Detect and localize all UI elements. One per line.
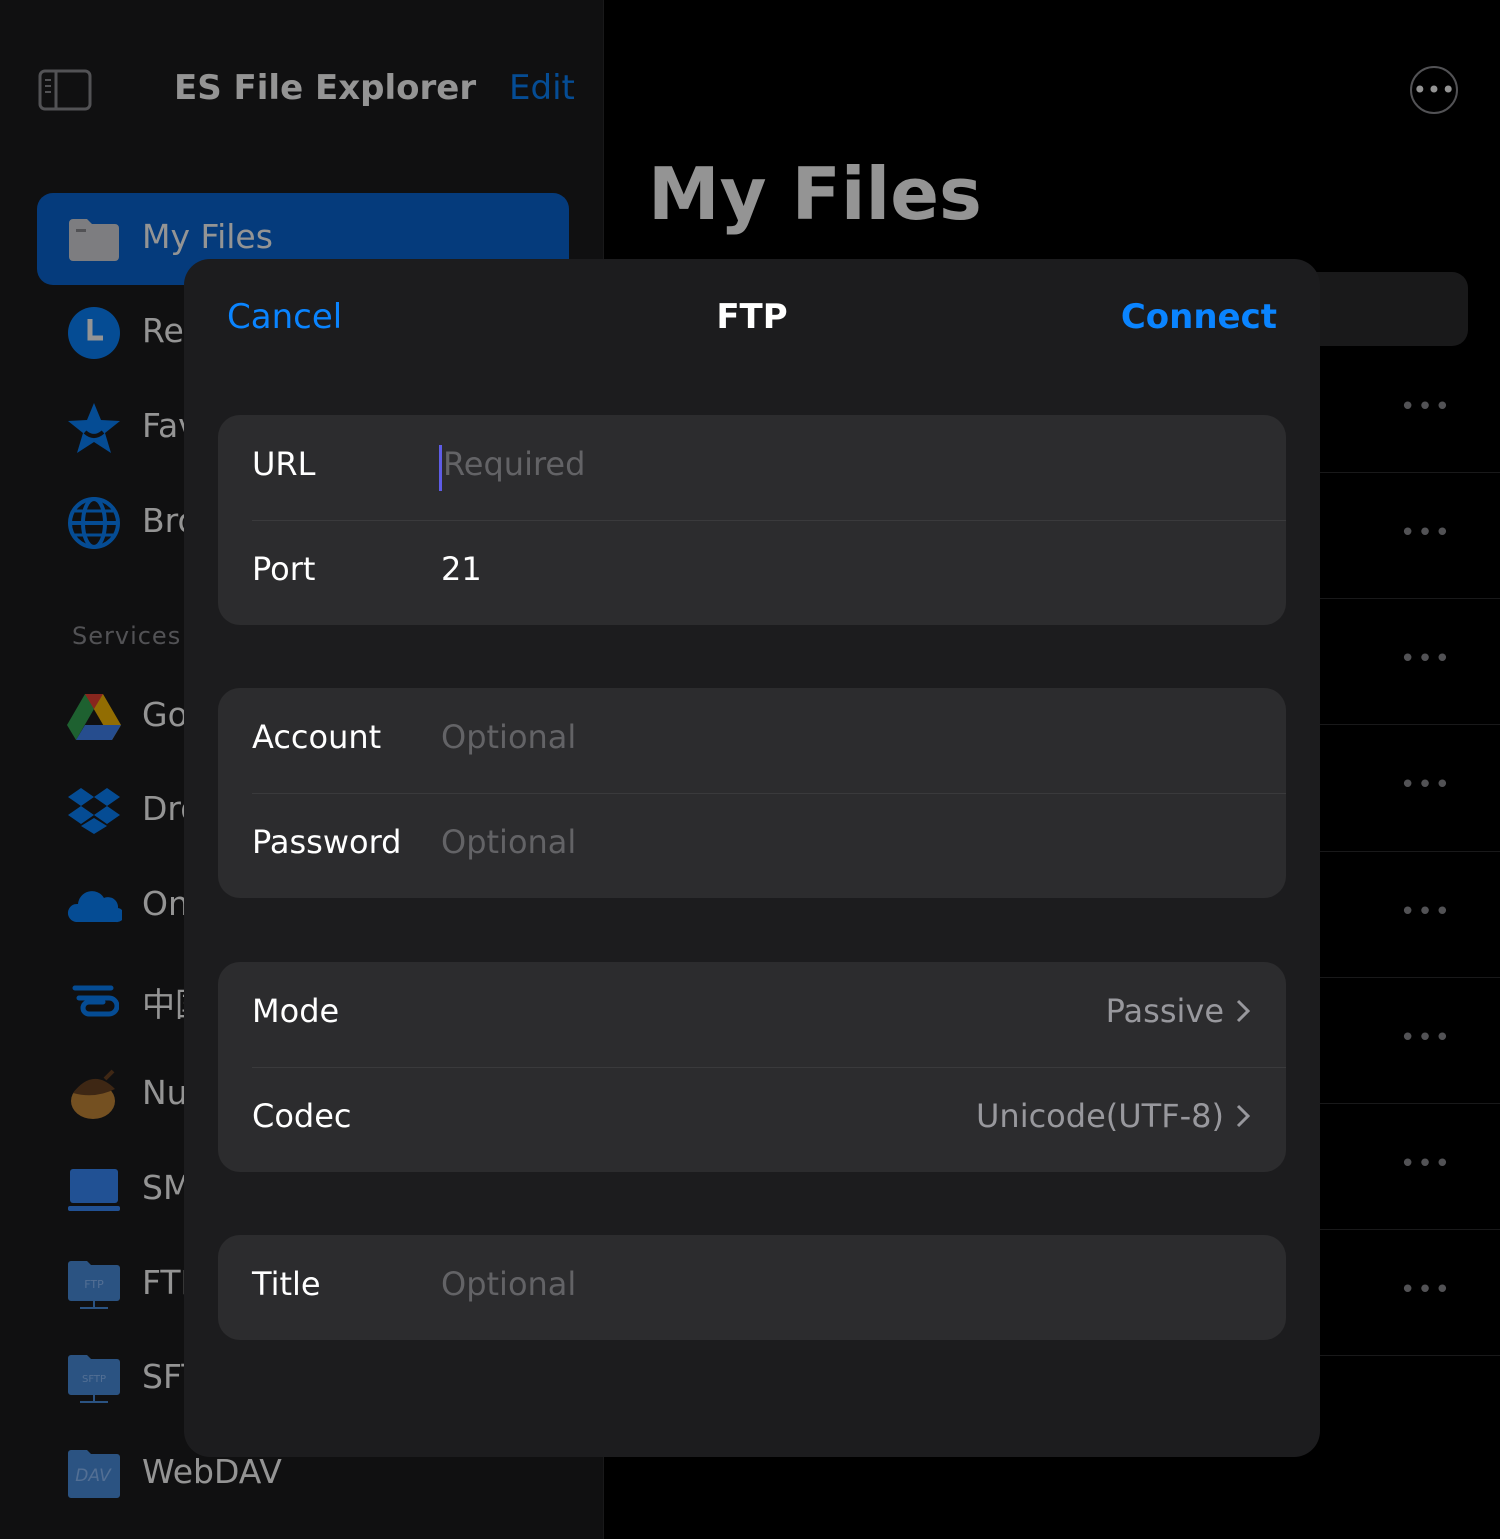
chevron-right-icon [1236,1104,1250,1128]
chevron-right-icon [1236,999,1250,1023]
port-row[interactable]: Port 21 [218,520,1286,625]
title-label: Title [252,1265,321,1303]
mode-value-container: Passive [1106,992,1250,1030]
mode-value: Passive [1105,992,1224,1030]
url-input[interactable]: Required [443,445,585,483]
app-window: ES File Explorer Edit My Files Re Fav Br… [0,0,1500,1539]
credentials-group: Account Optional Password Optional [218,688,1286,898]
title-group: Title Optional [218,1235,1286,1340]
url-row[interactable]: URL Required [218,415,1286,520]
connect-button[interactable]: Connect [1121,297,1277,337]
codec-value-container: Unicode(UTF-8) [976,1097,1250,1135]
password-row[interactable]: Password Optional [218,793,1286,898]
port-input[interactable]: 21 [441,550,482,588]
cancel-button[interactable]: Cancel [227,297,342,337]
title-row[interactable]: Title Optional [218,1235,1286,1340]
codec-row[interactable]: Codec Unicode(UTF-8) [218,1067,1286,1172]
password-label: Password [252,823,402,861]
mode-label: Mode [252,992,340,1030]
mode-row[interactable]: Mode Passive [218,962,1286,1067]
password-input[interactable]: Optional [441,823,576,861]
codec-label: Codec [252,1097,352,1135]
text-cursor [439,445,442,491]
account-row[interactable]: Account Optional [218,688,1286,793]
account-input[interactable]: Optional [441,718,576,756]
port-label: Port [252,550,316,588]
ftp-dialog: FTP Cancel Connect URL Required Port 21 … [184,259,1320,1457]
account-label: Account [252,718,382,756]
title-input[interactable]: Optional [441,1265,576,1303]
options-group: Mode Passive Codec Unicode(UTF-8) [218,962,1286,1172]
url-label: URL [252,445,316,483]
codec-value: Unicode(UTF-8) [975,1097,1224,1135]
server-group: URL Required Port 21 [218,415,1286,625]
